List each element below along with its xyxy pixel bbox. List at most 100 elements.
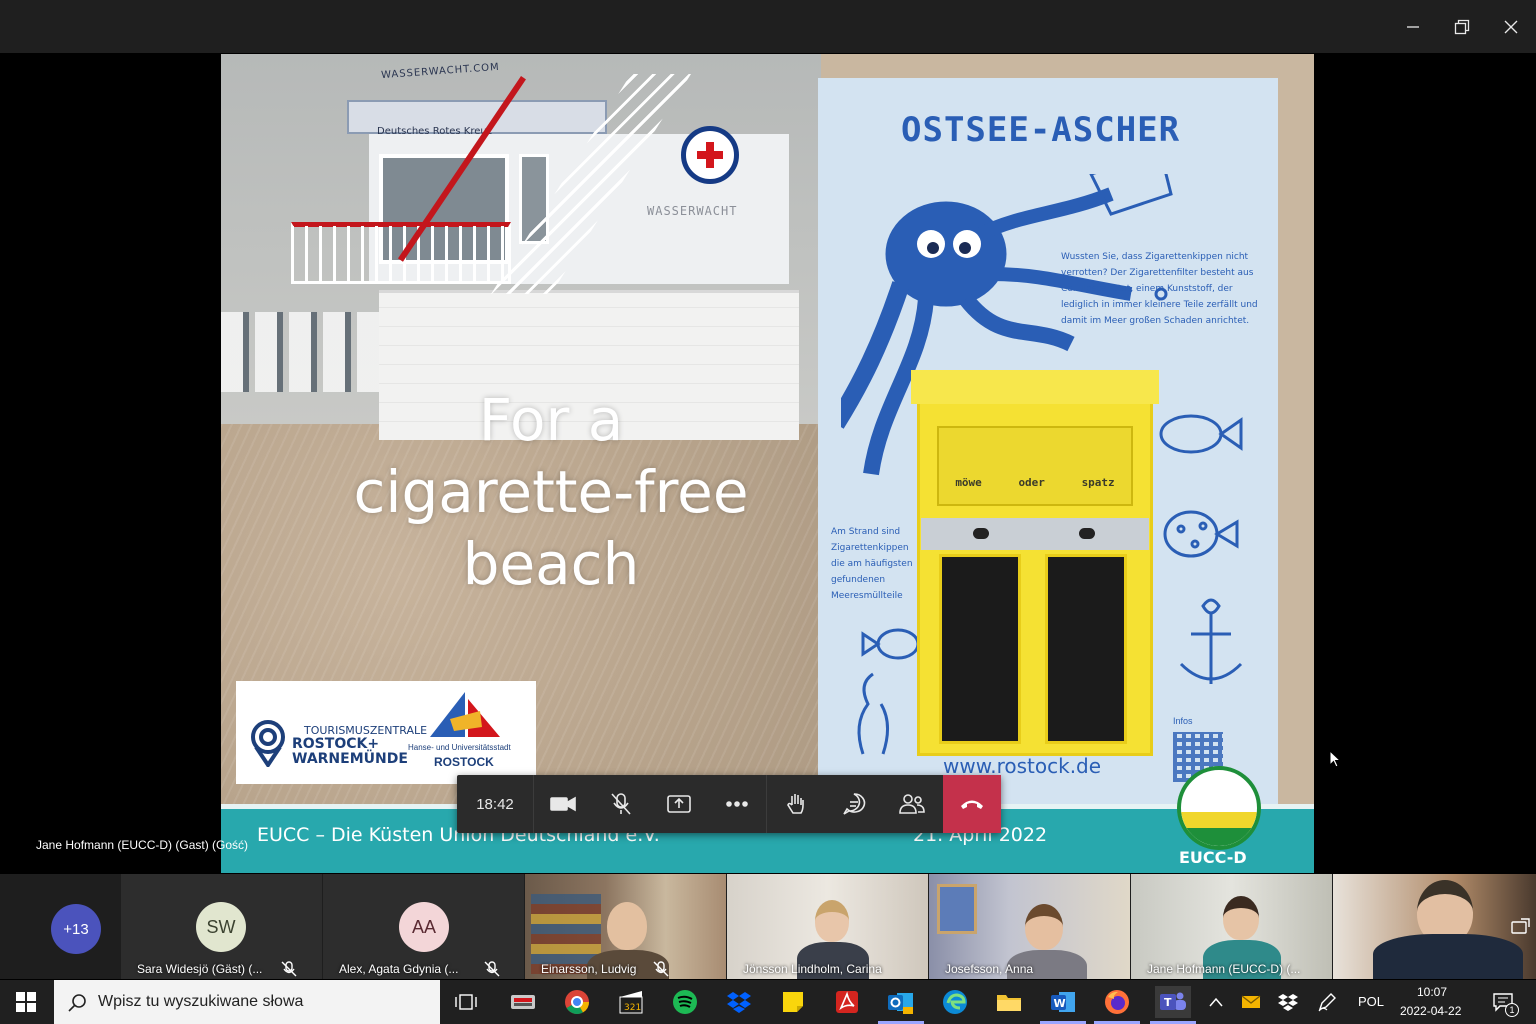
tray-pen-button[interactable]: [1313, 986, 1341, 1018]
hang-up-icon: [961, 800, 983, 809]
participant-video-tile[interactable]: Jane Hofmann (EUCC-D) (...: [1131, 874, 1332, 979]
search-icon: [68, 994, 86, 1012]
taskbar-app-firefox[interactable]: [1101, 986, 1133, 1018]
tray-dropbox-button[interactable]: [1274, 986, 1302, 1018]
teams-meeting-window: WASSERWACHT.COM Deutsches Rotes Kreuz WA…: [0, 0, 1536, 1024]
taskbar-app-dropbox[interactable]: [723, 986, 755, 1018]
participant-name: Jane Hofmann (EUCC-D) (...: [1147, 962, 1301, 976]
beach-chairs: [221, 312, 381, 392]
close-button[interactable]: [1486, 0, 1536, 53]
participant-tile[interactable]: AA Alex, Agata Gdynia (...: [323, 874, 524, 979]
tourism-pin-logo-icon: [251, 720, 285, 767]
windows-taskbar: Wpisz tu wyszukiwane słowa 321 W T POL 1…: [0, 980, 1536, 1024]
minimize-icon: [1407, 25, 1419, 28]
participants-button[interactable]: [883, 775, 941, 833]
taskbar-app-spotify[interactable]: [669, 986, 701, 1018]
more-actions-button[interactable]: [708, 775, 766, 833]
participant-video-tile[interactable]: Josefsson, Anna: [929, 874, 1130, 979]
participant-overflow-tile[interactable]: +13: [0, 874, 121, 979]
board-title: OSTSEE-ASCHER: [901, 110, 1181, 150]
participant-name: Alex, Agata Gdynia (...: [339, 962, 459, 976]
close-icon: [1504, 20, 1518, 33]
clock-time[interactable]: 10:07: [1417, 985, 1447, 999]
mic-off-icon: [281, 961, 297, 977]
restore-button[interactable]: [1437, 0, 1487, 53]
participant-tile[interactable]: SW Sara Widesjö (Gäst) (...: [121, 874, 322, 979]
clapperboard-icon: 321: [619, 991, 643, 1014]
edge-browser-icon: [943, 990, 967, 1014]
mic-off-icon: [653, 961, 669, 977]
taskbar-app-chrome[interactable]: [561, 986, 593, 1018]
svg-text:321: 321: [624, 1003, 641, 1013]
taskbar-app-acrobat[interactable]: [831, 986, 863, 1018]
participant-name: Josefsson, Anna: [945, 962, 1034, 976]
meeting-timer: 18:42: [476, 795, 514, 813]
show-hidden-icons-button[interactable]: [1202, 986, 1230, 1018]
taskbar-search-box[interactable]: Wpisz tu wyszukiwane słowa: [54, 980, 440, 1024]
sticky-note-icon: [783, 992, 803, 1012]
presenter-label: Jane Hofmann (EUCC-D) (Gast) (Gość): [36, 838, 249, 852]
board-info-text-2: Am Strand sind Zigarettenkippen die am h…: [831, 527, 913, 601]
meeting-controls: 18:42: [457, 775, 1001, 833]
participant-video-tile[interactable]: Einarsson, Ludvig: [525, 874, 726, 979]
overflow-count-badge[interactable]: +13: [51, 904, 101, 954]
taskbar-app-sticky-notes[interactable]: [777, 986, 809, 1018]
dropbox-tray-icon: [1278, 994, 1298, 1011]
hanse-ship-logo-icon: [430, 692, 500, 737]
mic-off-icon: [484, 961, 500, 977]
minimize-button[interactable]: [1388, 0, 1438, 53]
taskbar-app-file-explorer[interactable]: [993, 986, 1025, 1018]
taskbar-app-filemanager[interactable]: [507, 986, 539, 1018]
word-icon: W: [1051, 992, 1075, 1012]
tray-mail-button[interactable]: [1237, 986, 1265, 1018]
spotify-icon: [673, 990, 697, 1014]
participant-video-tile[interactable]: Jönsson Lindholm, Carina: [727, 874, 928, 979]
folder-icon: [997, 995, 1021, 1011]
svg-text:T: T: [1164, 996, 1172, 1009]
participants-icon: [899, 794, 925, 814]
teams-icon: T: [1160, 992, 1186, 1010]
taskbar-app-edge[interactable]: [939, 986, 971, 1018]
mail-envelope-icon: [1241, 995, 1261, 1008]
start-button[interactable]: [10, 986, 42, 1018]
pop-out-icon[interactable]: [1511, 918, 1531, 936]
disk-utility-icon: [511, 995, 535, 1009]
pdf-reader-icon: [836, 991, 858, 1013]
input-language[interactable]: POL: [1358, 994, 1384, 1009]
share-tray-icon: [667, 795, 691, 813]
board-infos-label: Infos: [1173, 716, 1193, 726]
slide-heading: For a cigarette-free beach: [353, 386, 749, 598]
participant-name: Einarsson, Ludvig: [541, 962, 637, 976]
taskbar-app-video-editor[interactable]: 321: [615, 986, 647, 1018]
avatar: AA: [399, 902, 449, 952]
firefox-icon: [1105, 990, 1129, 1014]
share-button[interactable]: [650, 775, 708, 833]
participant-video-tile[interactable]: [1333, 874, 1536, 979]
chat-button[interactable]: [825, 775, 883, 833]
eucc-logo: [1177, 766, 1261, 850]
avatar: SW: [196, 902, 246, 952]
tower-sign-wall: WASSERWACHT: [647, 204, 738, 218]
fish-anchor-illustrations: [1159, 414, 1243, 684]
clock-date[interactable]: 2022-04-22: [1400, 1004, 1461, 1018]
red-cross-badge: [681, 126, 739, 184]
dropbox-icon: [727, 992, 751, 1013]
taskbar-app-word[interactable]: W: [1047, 986, 1079, 1018]
tower-sign-red-cross: Deutsches Rotes Kreuz: [377, 126, 492, 137]
eucc-logo-label: EUCC-D: [1179, 848, 1247, 867]
more-dots-icon: [726, 801, 748, 807]
camera-button[interactable]: [534, 775, 592, 833]
shared-screen: WASSERWACHT.COM Deutsches Rotes Kreuz WA…: [221, 54, 1314, 873]
chevron-up-icon: [1209, 997, 1223, 1007]
taskbar-app-teams[interactable]: T: [1155, 986, 1191, 1018]
microphone-button[interactable]: [592, 775, 650, 833]
task-view-button[interactable]: [450, 986, 482, 1018]
ashtray-slot-left: [939, 554, 1021, 744]
notification-count-badge: 1: [1505, 1003, 1519, 1017]
leave-call-button[interactable]: [943, 775, 1001, 833]
taskbar-app-outlook[interactable]: [885, 986, 917, 1018]
raise-hand-icon: [787, 794, 804, 814]
raise-hand-button[interactable]: [767, 775, 825, 833]
search-placeholder: Wpisz tu wyszukiwane słowa: [98, 993, 304, 1010]
notifications-button[interactable]: 1: [1486, 986, 1520, 1018]
